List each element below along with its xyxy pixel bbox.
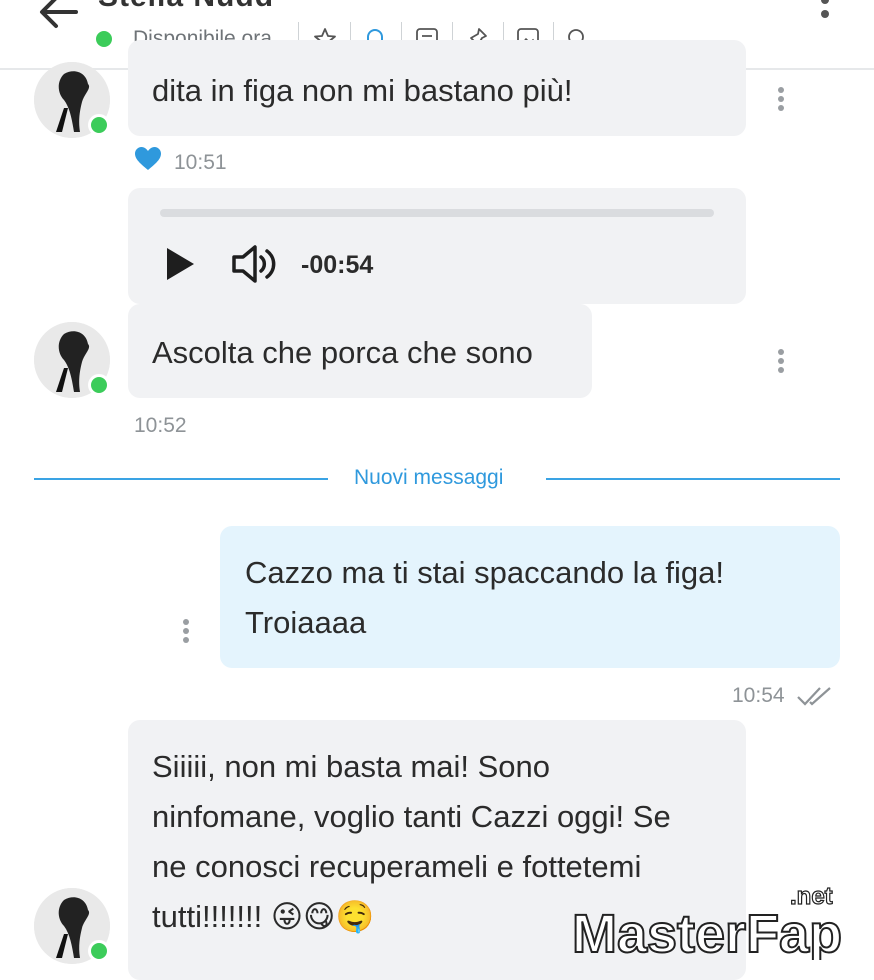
contact-name[interactable]: Stella Nudd bbox=[98, 0, 274, 14]
back-arrow-icon[interactable] bbox=[36, 0, 80, 34]
message-time: 10:54 bbox=[732, 684, 785, 707]
online-status-dot bbox=[96, 31, 112, 47]
divider-line bbox=[34, 478, 328, 480]
message-options-icon[interactable] bbox=[180, 618, 192, 648]
message-options-icon[interactable] bbox=[775, 86, 787, 116]
audio-message-bubble[interactable]: -00:54 bbox=[128, 188, 746, 304]
message-options-icon[interactable] bbox=[775, 348, 787, 378]
message-bubble-incoming[interactable]: Ascolta che porca che sono bbox=[128, 304, 592, 398]
avatar[interactable] bbox=[34, 888, 110, 964]
message-text-line: Siiiii, non mi basta mai! Sono bbox=[152, 749, 551, 784]
svg-text:MasterFap: MasterFap bbox=[572, 904, 842, 960]
watermark-logo: .net MasterFap bbox=[571, 882, 843, 960]
audio-progress-track[interactable] bbox=[160, 209, 714, 217]
heart-icon[interactable] bbox=[134, 146, 162, 172]
message-time: 10:52 bbox=[134, 414, 187, 437]
online-badge bbox=[88, 114, 110, 136]
audio-duration: -00:54 bbox=[301, 251, 374, 279]
volume-icon[interactable] bbox=[230, 242, 280, 286]
avatar[interactable] bbox=[34, 62, 110, 138]
new-messages-label: Nuovi messaggi bbox=[354, 466, 504, 489]
message-text-line: ninfomane, voglio tanti Cazzi oggi! Se bbox=[152, 799, 671, 834]
message-text: dita in figa non mi bastano più! bbox=[152, 73, 573, 108]
message-bubble-outgoing[interactable]: Cazzo ma ti stai spaccando la figa! Troi… bbox=[220, 526, 840, 668]
message-text-line: tutti!!!!!!! 😜😋🤤 bbox=[152, 899, 375, 934]
online-badge bbox=[88, 940, 110, 962]
online-badge bbox=[88, 374, 110, 396]
avatar[interactable] bbox=[34, 322, 110, 398]
message-text: Ascolta che porca che sono bbox=[152, 335, 533, 370]
message-text-line: Troiaaaa bbox=[245, 605, 367, 640]
message-bubble-incoming[interactable]: dita in figa non mi bastano più! bbox=[128, 40, 746, 136]
read-checkmarks-icon bbox=[797, 687, 831, 706]
divider-line bbox=[546, 478, 840, 480]
play-icon[interactable] bbox=[164, 246, 196, 282]
message-text-line: Cazzo ma ti stai spaccando la figa! bbox=[245, 555, 725, 590]
message-time: 10:51 bbox=[174, 151, 227, 174]
more-options-icon[interactable] bbox=[812, 0, 838, 30]
